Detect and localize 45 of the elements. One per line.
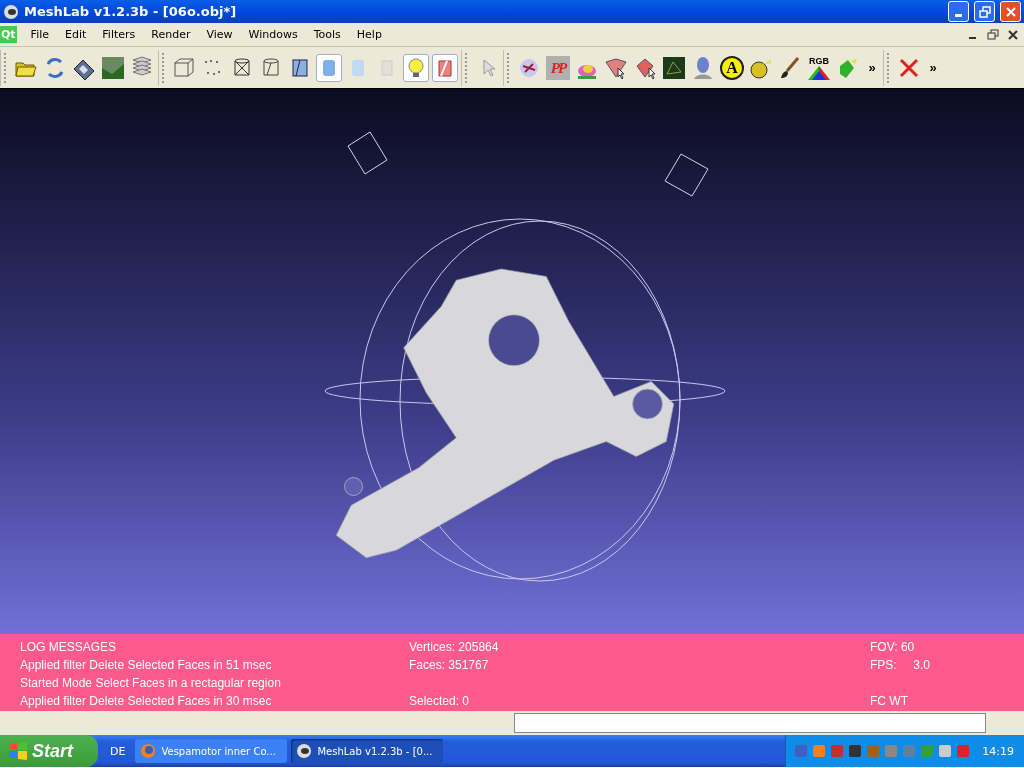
- windows-logo-icon: [8, 742, 28, 760]
- restore-button[interactable]: [974, 1, 995, 22]
- language-indicator[interactable]: DE: [110, 744, 126, 758]
- menu-item[interactable]: File: [22, 28, 58, 41]
- tray-icon[interactable]: [848, 744, 863, 758]
- toolbar-overflow-button[interactable]: »: [864, 53, 880, 82]
- menu-item[interactable]: Windows: [240, 28, 306, 41]
- clock: 14:19: [982, 744, 1014, 758]
- render-mode-info: FC WT: [870, 694, 909, 710]
- window-title: MeshLab v1.2.3b - [06o.obj*]: [24, 4, 238, 19]
- view-info: FPS: 3.0: [870, 658, 932, 674]
- taskbar-button[interactable]: MeshLab v1.2.3b - [0...: [291, 739, 444, 763]
- menu-item[interactable]: Help: [348, 28, 390, 41]
- minimize-button[interactable]: [948, 1, 969, 22]
- log-title: LOG MESSAGES: [20, 640, 118, 656]
- backface-icon[interactable]: [432, 53, 458, 82]
- qt-logo: Qt: [0, 26, 17, 43]
- app-icon: [3, 3, 19, 20]
- close-button[interactable]: [1000, 1, 1021, 22]
- tray-icon[interactable]: [938, 744, 953, 758]
- minimize-icon: [955, 13, 962, 17]
- light-bulb-icon[interactable]: [403, 53, 429, 82]
- close-icon: [1004, 5, 1017, 18]
- menu-item[interactable]: Filters: [94, 28, 144, 41]
- restore-icon[interactable]: [984, 26, 1002, 43]
- 3d-viewport[interactable]: [0, 89, 1024, 634]
- log-message: Started Mode Select Faces in a rectagular region: [20, 676, 282, 692]
- color-button[interactable]: RGB: [806, 53, 832, 82]
- browser-icon: [140, 743, 157, 759]
- app-icon: [296, 743, 313, 759]
- camera-marker-icon: [664, 153, 709, 197]
- menu-item[interactable]: Render: [143, 28, 199, 41]
- log-message: Applied filter Delete Selected Faces in 30 msec: [20, 694, 273, 710]
- mesh-info: Vertices: 205864: [409, 640, 500, 656]
- toolbar-overflow-button[interactable]: »: [925, 53, 941, 82]
- log-message: Applied filter Delete Selected Faces in 51 msec: [20, 658, 273, 674]
- view-info: FOV: 60: [870, 640, 916, 656]
- menu-item[interactable]: View: [198, 28, 241, 41]
- mesh-info: Faces: 351767: [409, 658, 490, 674]
- restore-icon: [978, 5, 991, 18]
- camera-marker-icon: [347, 131, 388, 175]
- taskbar-button[interactable]: Vespamotor inner Co...: [135, 739, 288, 763]
- menu-item[interactable]: Tools: [305, 28, 349, 41]
- selection-info: Selected: 0: [409, 694, 471, 710]
- menu-item[interactable]: Edit: [57, 28, 95, 41]
